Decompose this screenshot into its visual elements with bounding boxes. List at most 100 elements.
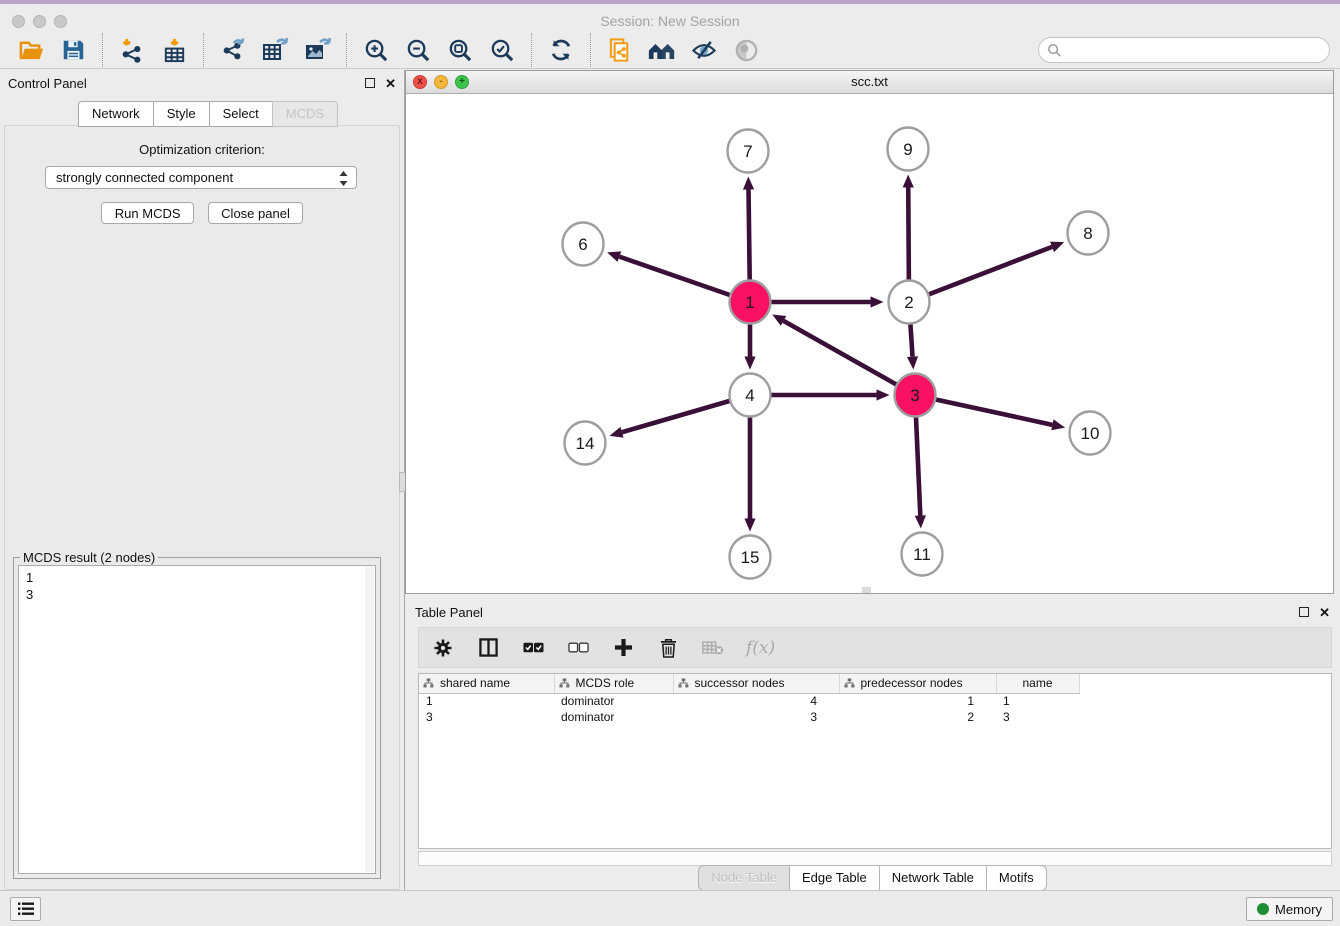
optimization-criterion-select[interactable]: strongly connected component [45,166,357,189]
mcds-result-line: 3 [26,586,375,603]
graph-node-label: 14 [576,434,595,453]
tab-motifs[interactable]: Motifs [986,865,1047,891]
tab-node-table[interactable]: Node Table [698,865,789,891]
memory-label: Memory [1275,902,1322,917]
create-column-icon[interactable] [611,636,635,660]
column-header-predecessor-nodes[interactable]: predecessor nodes [839,674,996,693]
select-stepper-icon [338,170,349,187]
graph-node-label: 15 [741,548,760,567]
first-neighbors-icon[interactable] [647,35,677,65]
unselect-all-columns-icon[interactable] [566,636,590,660]
run-mcds-button[interactable]: Run MCDS [101,202,194,224]
column-header-successor-nodes[interactable]: successor nodes [673,674,839,693]
column-type-icon [423,678,434,688]
delete-table-icon [701,636,725,660]
graph-node-label: 10 [1081,424,1100,443]
toolbar-separator [203,33,204,67]
graph-node-label: 1 [745,293,754,312]
show-columns-icon[interactable] [476,636,500,660]
tab-network[interactable]: Network [78,101,153,127]
table-settings-gear-icon[interactable] [431,636,455,660]
network-close-button[interactable]: x [413,75,427,89]
toolbar-separator [531,33,532,67]
node-table[interactable]: shared nameMCDS rolesuccessor nodesprede… [418,673,1332,849]
zoom-fit-icon[interactable] [445,35,475,65]
window-title: Session: New Session [0,13,1340,29]
network-window-title: scc.txt [406,71,1333,93]
zoom-in-icon[interactable] [361,35,391,65]
table-float-panel-icon[interactable] [1299,607,1309,617]
mcds-result-line: 1 [26,569,375,586]
mcds-result-box: MCDS result (2 nodes) 13 [13,550,381,879]
float-panel-icon[interactable] [365,78,375,88]
zoom-selected-icon[interactable] [487,35,517,65]
export-table-icon[interactable] [260,35,290,65]
network-zoom-button[interactable]: + [455,75,469,89]
network-canvas[interactable]: 7968124314101511 [406,94,1333,593]
export-network-icon[interactable] [218,35,248,65]
tab-select[interactable]: Select [209,101,272,127]
save-session-icon[interactable] [58,35,88,65]
memory-button[interactable]: Memory [1246,897,1333,921]
zoom-out-icon[interactable] [403,35,433,65]
import-table-icon[interactable] [159,35,189,65]
tab-edge-table[interactable]: Edge Table [789,865,879,891]
network-view-window: x - + scc.txt 7968124314101511 [405,70,1334,594]
graph-node-label: 11 [913,545,931,564]
close-panel-icon[interactable]: ✕ [385,77,396,90]
tab-style[interactable]: Style [153,101,209,127]
import-network-icon[interactable] [117,35,147,65]
delete-column-icon[interactable] [656,636,680,660]
column-type-icon [844,678,855,688]
column-header-shared-name[interactable]: shared name [419,674,554,693]
result-scrollbar[interactable] [365,567,374,872]
table-row[interactable]: 3dominator323 [419,709,1079,725]
edge-arrowhead [744,519,755,532]
control-panel-title: Control Panel [8,76,365,91]
tab-mcds[interactable]: MCDS [272,101,338,127]
table-panel: Table Panel ✕ [405,599,1340,894]
table-close-panel-icon[interactable]: ✕ [1319,606,1330,619]
edge-arrowhead [907,356,918,369]
network-window-titlebar[interactable]: x - + scc.txt [406,71,1333,94]
edge-2-8[interactable] [909,247,1052,302]
network-resize-grip[interactable] [862,587,871,593]
close-panel-button[interactable]: Close panel [208,202,303,224]
network-graph[interactable]: 7968124314101511 [406,94,1333,593]
main-toolbar [0,32,1340,69]
edge-arrowhead [607,251,621,262]
mcds-result-list[interactable]: 13 [18,565,376,874]
column-header-MCDS-role[interactable]: MCDS role [554,674,673,693]
column-type-icon [678,678,689,688]
select-all-columns-icon[interactable] [521,636,545,660]
edge-arrowhead [871,296,884,307]
graph-node-label: 6 [578,235,587,254]
search-input[interactable] [1065,39,1321,61]
tab-network-table[interactable]: Network Table [879,865,986,891]
toolbar-separator [102,33,103,67]
edge-3-1[interactable] [784,321,915,395]
edge-arrowhead [1051,419,1065,430]
edge-arrowhead [915,515,926,528]
search-box[interactable] [1038,37,1330,63]
table-hscrollbar[interactable] [418,851,1332,866]
edge-arrowhead [877,389,890,400]
export-image-icon[interactable] [302,35,332,65]
network-minimize-button[interactable]: - [434,75,448,89]
memory-status-icon [1257,903,1269,915]
control-panel: Control Panel ✕ Network Style Select MCD… [0,70,405,894]
hide-selected-icon[interactable] [689,35,719,65]
optimization-criterion-value: strongly connected component [56,170,233,185]
task-history-button[interactable] [10,897,41,921]
open-session-icon[interactable] [16,35,46,65]
table-panel-title: Table Panel [415,605,1299,620]
status-bar: Memory [0,890,1340,926]
toolbar-separator [346,33,347,67]
toolbar-separator [590,33,591,67]
graph-node-label: 2 [904,293,913,312]
clone-network-icon[interactable] [605,35,635,65]
table-row[interactable]: 1dominator411 [419,693,1079,709]
edge-arrowhead [743,176,754,189]
column-header-name[interactable]: name [996,674,1079,693]
apply-layout-icon[interactable] [546,35,576,65]
